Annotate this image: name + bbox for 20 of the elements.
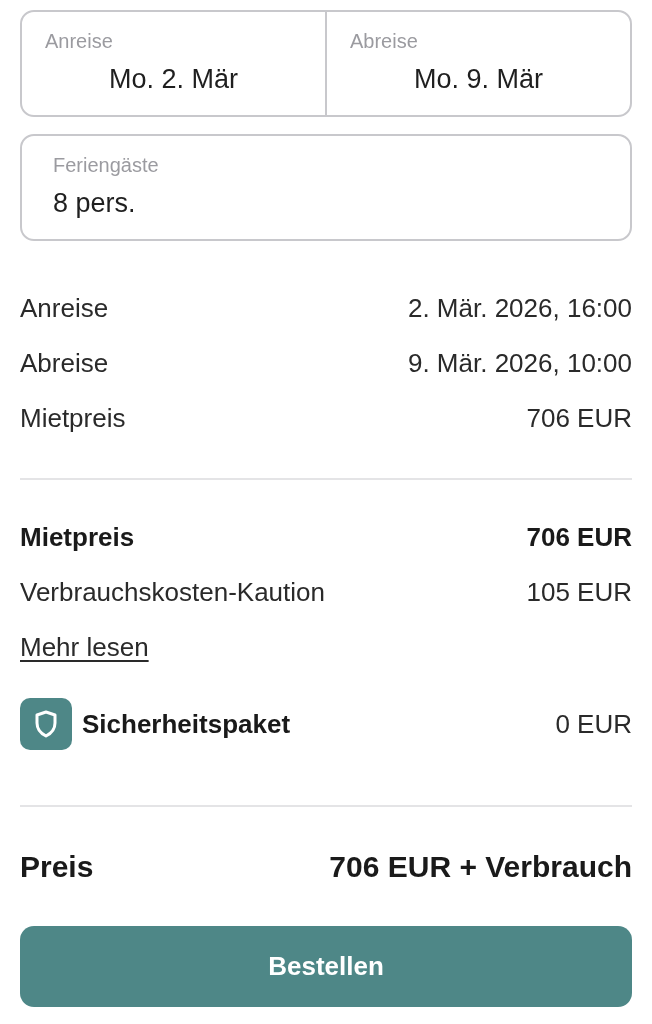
price-label: Verbrauchskosten-Kaution <box>20 576 325 609</box>
price-value: 706 EUR <box>526 521 632 554</box>
detail-value: 706 EUR <box>526 402 632 435</box>
price-value: 0 EUR <box>555 707 632 741</box>
detail-value: 2. Mär. 2026, 16:00 <box>407 292 632 325</box>
package-label: Sicherheitspaket <box>82 707 291 741</box>
date-field[interactable]: Anreise Mo. 2. Mär <box>22 12 325 115</box>
price-value: 105 EUR <box>526 576 632 609</box>
total-value: 706 EUR + Verbrauch <box>329 849 632 885</box>
detail-label: Mietpreis <box>20 402 126 435</box>
price-label: Mietpreis <box>20 521 135 554</box>
detail-label: Anreise <box>20 292 109 325</box>
total-label: Preis <box>20 849 94 885</box>
date-field[interactable]: Abreise Mo. 9. Mär <box>325 12 630 115</box>
guests-field[interactable]: Feriengäste 8 pers. <box>20 134 632 241</box>
detail-value: 9. Mär. 2026, 10:00 <box>407 347 632 380</box>
order-button[interactable]: Bestellen <box>20 926 632 1007</box>
read-more-link[interactable]: Mehr lesen <box>20 628 149 667</box>
detail-label: Abreise <box>20 347 109 380</box>
shield-icon <box>20 698 72 750</box>
